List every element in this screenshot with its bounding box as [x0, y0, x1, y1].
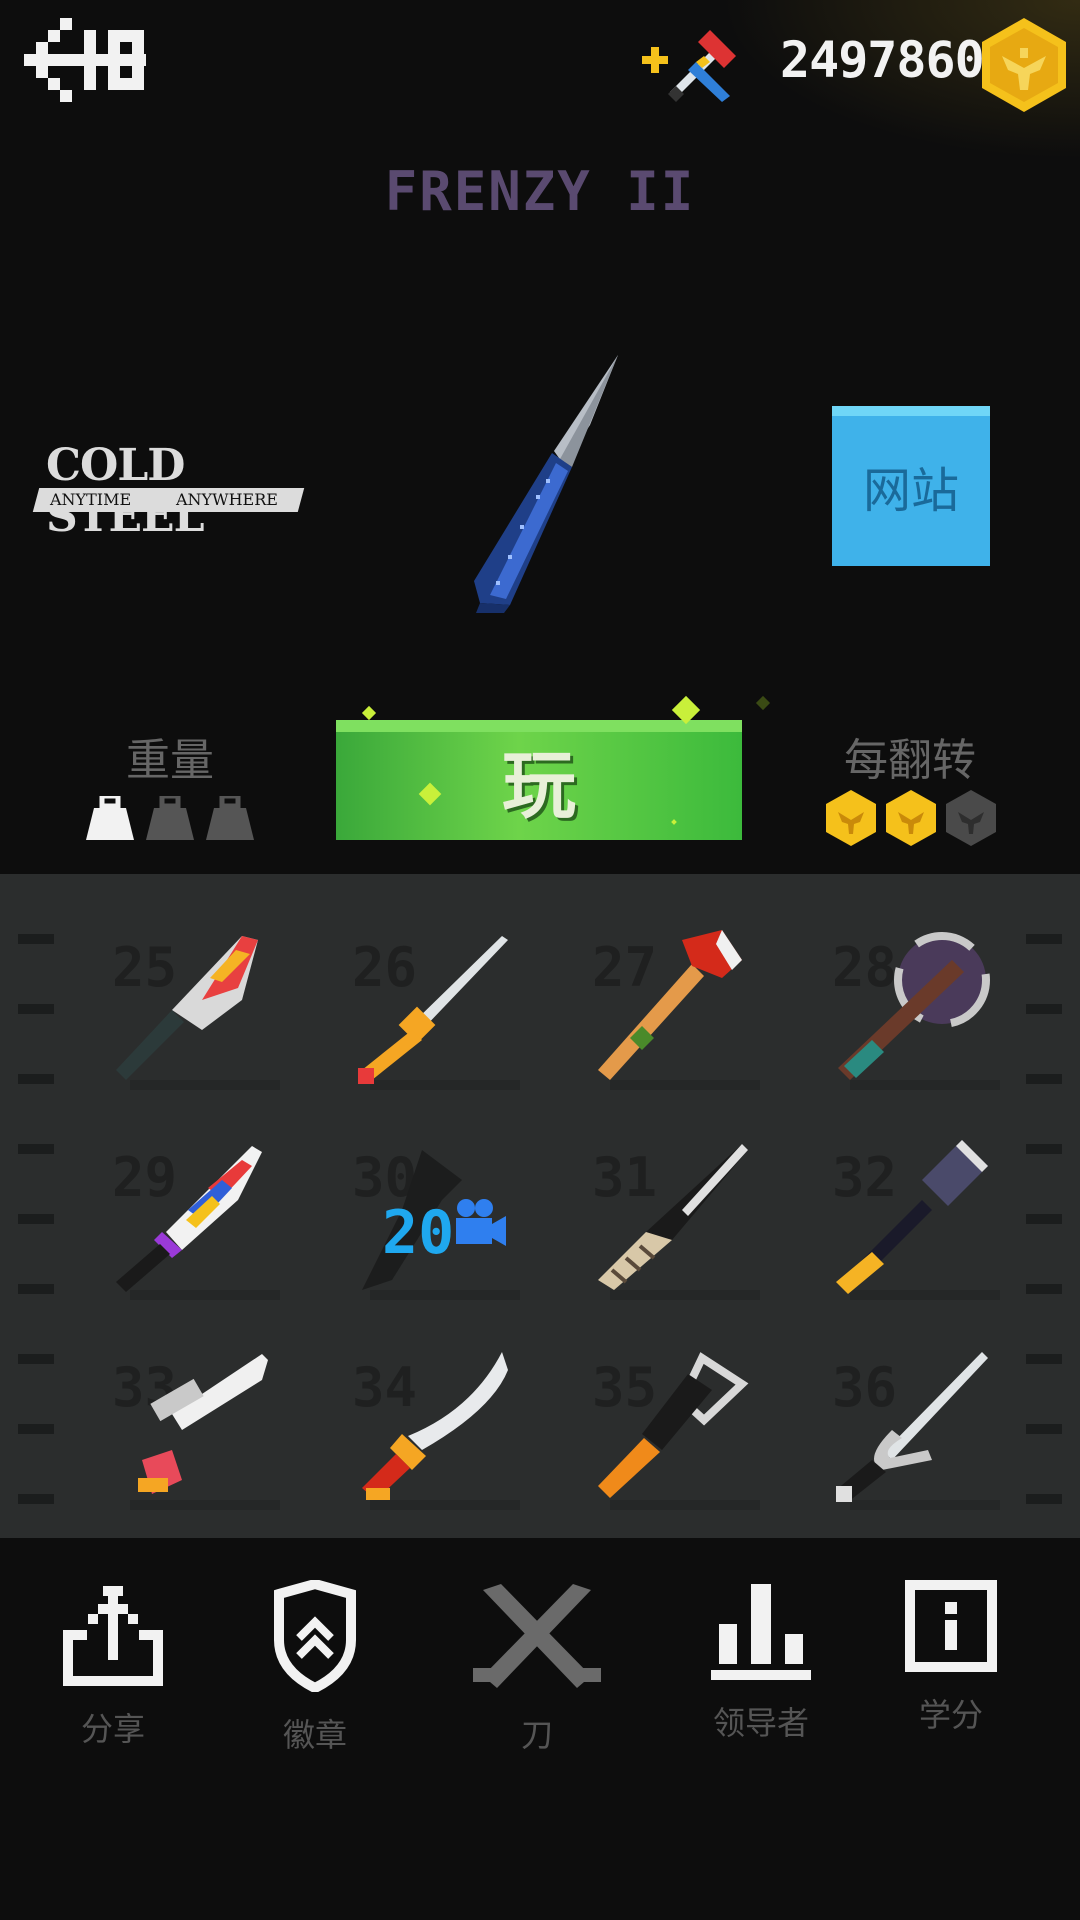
back-arrow-icon[interactable]	[24, 18, 146, 102]
info-icon	[905, 1580, 997, 1672]
knife-slot-31[interactable]: 31	[592, 1140, 762, 1320]
featured-knife-icon	[474, 355, 618, 613]
coin-icon-empty	[946, 790, 996, 846]
nav-credits[interactable]: 学分	[866, 1580, 1036, 1750]
war-hammer-icon	[836, 1140, 988, 1294]
unlock-weapon-icon[interactable]	[640, 22, 740, 102]
knife-slot-26[interactable]: 26	[352, 930, 522, 1110]
badge-shield-icon	[274, 1580, 356, 1692]
knife-grid: 25 26 27 28 29 30 20 31 32 33 34 35 36	[0, 874, 1080, 1538]
rope-handle-knife-icon	[598, 1144, 748, 1290]
play-label: 玩	[502, 743, 576, 829]
nav-knives[interactable]: 刀	[452, 1580, 622, 1754]
brand-tagline-right: ANYWHERE	[176, 490, 279, 509]
nav-leaderboard[interactable]: 领导者	[676, 1580, 846, 1750]
sparkle	[755, 695, 771, 711]
nav-share[interactable]: 分享	[28, 1580, 198, 1750]
knife-slot-27[interactable]: 27	[592, 930, 762, 1110]
coin-eagle-icon[interactable]	[982, 18, 1066, 112]
weight-icon-empty	[146, 796, 194, 840]
knife-slot-25[interactable]: 25	[112, 930, 282, 1110]
golden-sword-icon	[358, 936, 508, 1084]
brand-tagline-left: ANYTIME	[50, 490, 132, 509]
nav-badges[interactable]: 徽章	[230, 1580, 400, 1754]
sparkle	[361, 705, 377, 721]
knife-slot-34[interactable]: 34	[352, 1350, 522, 1530]
grid-rail-right	[1026, 874, 1062, 1538]
weight-label: 重量	[126, 735, 214, 786]
bottom-nav: 分享 徽章 刀 领导者 学分	[0, 1540, 1080, 1920]
nav-credits-label: 学分	[918, 1696, 983, 1734]
knife-slot-36[interactable]: 36	[832, 1350, 1002, 1530]
orange-machete-icon	[598, 1352, 749, 1498]
crossed-knives-icon	[473, 1584, 601, 1688]
nav-badges-label: 徽章	[282, 1716, 347, 1754]
fire-axe-icon	[598, 930, 742, 1080]
knife-slot-33[interactable]: 33	[112, 1350, 282, 1530]
coin-icon-filled	[886, 790, 936, 846]
grid-rail-left	[18, 874, 54, 1538]
knife-slot-35[interactable]: 35	[592, 1350, 762, 1530]
nav-share-label: 分享	[80, 1710, 145, 1748]
flip-reward-label: 每翻转	[844, 735, 976, 786]
weight-icon-filled	[86, 796, 134, 840]
knife-slot-29[interactable]: 29	[112, 1140, 282, 1320]
knife-slot-28[interactable]: 28	[832, 930, 1002, 1110]
karambit-icon	[836, 1352, 988, 1502]
nav-knives-label: 刀	[520, 1716, 553, 1754]
battle-axe-icon	[838, 932, 990, 1080]
cold-steel-logo: COLD STEEL ANYTIME ANYWHERE	[32, 440, 305, 542]
play-button[interactable]: 玩	[336, 720, 742, 840]
video-cost: 20	[382, 1198, 455, 1268]
knife-slot-30[interactable]: 30 20	[352, 1140, 522, 1320]
knife-slot-32[interactable]: 32	[832, 1140, 1002, 1320]
colorful-combat-knife-icon	[116, 1146, 262, 1292]
knife-title: FRENZY II	[384, 160, 696, 223]
brand-tagline: ANYTIME ANYWHERE	[32, 488, 305, 512]
video-camera-icon	[456, 1199, 506, 1246]
share-icon	[63, 1586, 163, 1686]
weight-icon-empty	[206, 796, 254, 840]
cleaver-knife-icon	[116, 936, 258, 1080]
coin-icon-filled	[826, 790, 876, 846]
leaderboard-icon	[711, 1584, 811, 1680]
scope-blade-icon	[138, 1354, 268, 1494]
coin-balance: 2497860	[780, 31, 985, 89]
nav-leaderboard-label: 领导者	[712, 1704, 809, 1742]
website-button[interactable]: 网站	[832, 406, 990, 566]
scimitar-icon	[362, 1352, 508, 1500]
